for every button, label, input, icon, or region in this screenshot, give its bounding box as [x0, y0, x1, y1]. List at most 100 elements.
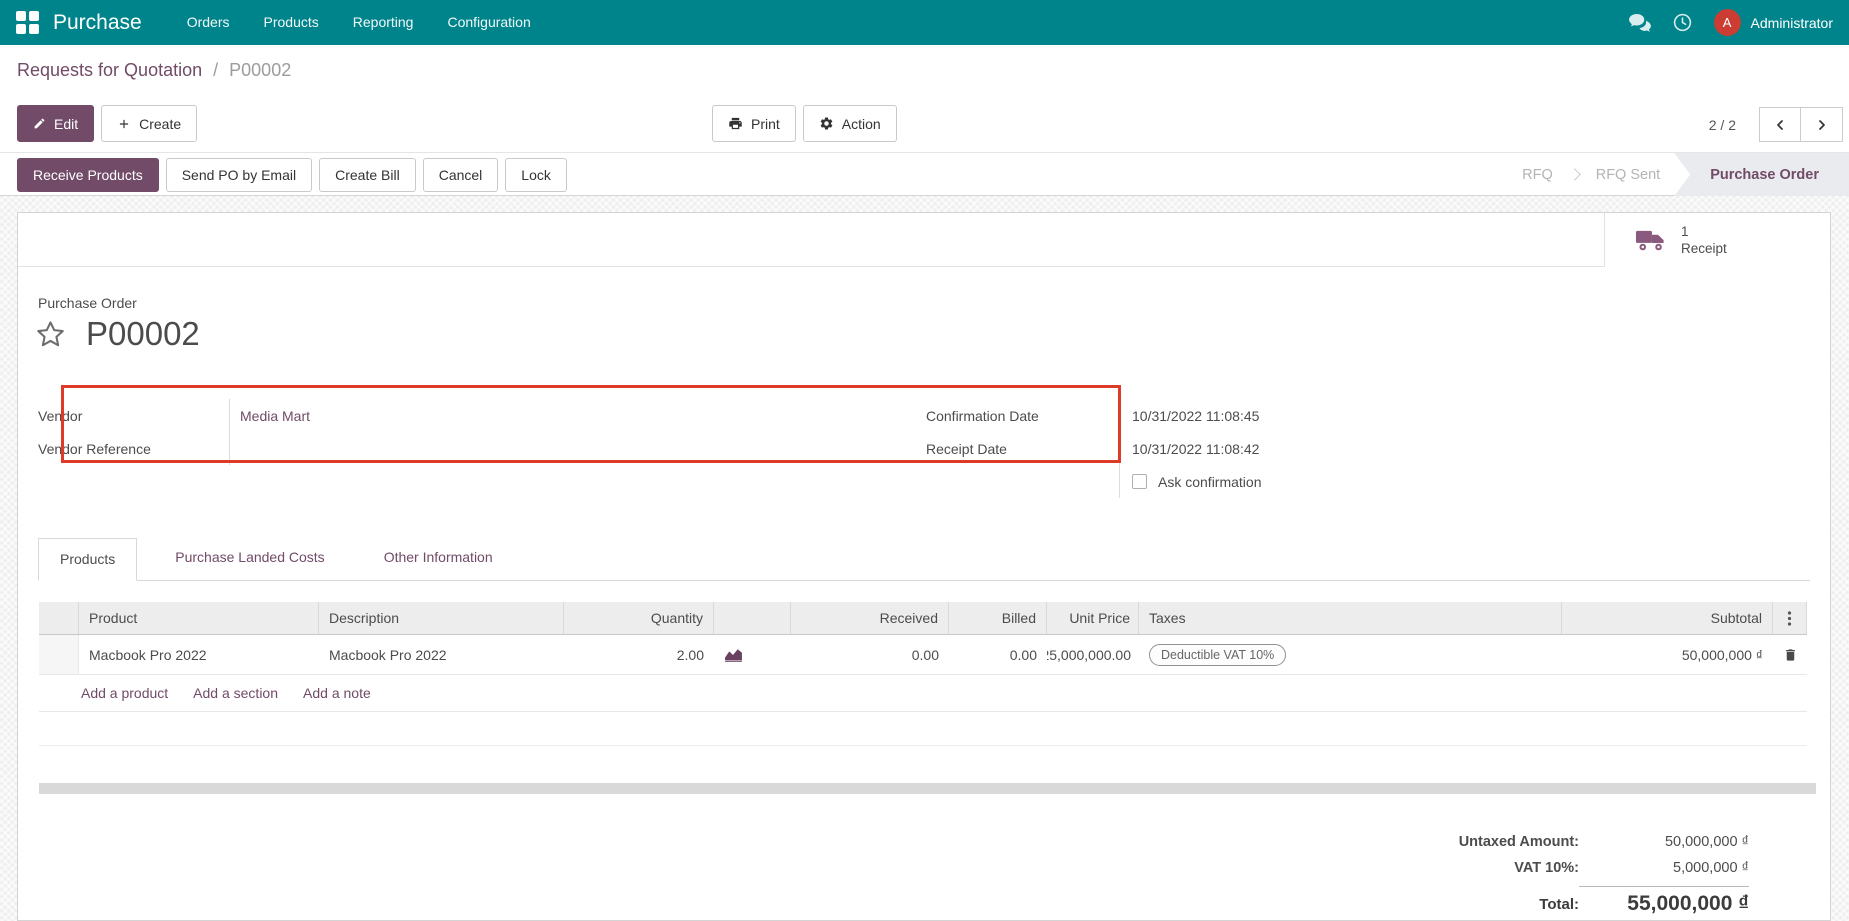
- empty-list-row: [39, 712, 1807, 746]
- confirmation-date-value: 10/31/2022 11:08:45: [1119, 399, 1529, 432]
- step-separator-icon: [1567, 168, 1581, 181]
- edit-button-label: Edit: [54, 115, 79, 132]
- pager-next-button[interactable]: [1801, 107, 1843, 142]
- row-quantity[interactable]: 2.00: [564, 635, 714, 674]
- step-purchase-order[interactable]: Purchase Order: [1674, 153, 1849, 196]
- create-button-label: Create: [139, 115, 182, 132]
- receive-products-button[interactable]: Receive Products: [17, 157, 159, 192]
- unit-price-column-header[interactable]: Unit Price: [1047, 602, 1139, 634]
- activities-clock-icon[interactable]: [1672, 12, 1693, 33]
- print-button[interactable]: Print: [712, 105, 796, 142]
- untaxed-amount-label: Untaxed Amount:: [1458, 834, 1579, 850]
- add-a-note-link[interactable]: Add a note: [303, 685, 371, 701]
- totals-block: Untaxed Amount: 50,000,000 ₫ VAT 10%: 5,…: [1229, 829, 1749, 921]
- vendor-label: Vendor: [38, 407, 83, 424]
- statusbar: Receive Products Send PO by Email Create…: [0, 152, 1849, 196]
- document-name: P00002: [86, 315, 200, 352]
- tab-other-information[interactable]: Other Information: [363, 537, 514, 580]
- status-steps: RFQ RFQ Sent Purchase Order: [1522, 153, 1849, 196]
- chevron-right-icon: [1814, 117, 1830, 133]
- area-chart-icon: [724, 647, 743, 662]
- menu-products[interactable]: Products: [247, 0, 336, 45]
- table-header-row: Product Description Quantity Received Bi…: [39, 602, 1807, 635]
- confirmation-date-label: Confirmation Date: [926, 407, 1039, 424]
- pager-count: 2 / 2: [1708, 116, 1736, 133]
- row-product[interactable]: Macbook Pro 2022: [79, 635, 319, 674]
- notebook-tabs: Products Purchase Landed Costs Other Inf…: [38, 538, 1810, 581]
- row-received[interactable]: 0.00: [791, 635, 949, 674]
- breadcrumb-current: P00002: [229, 60, 292, 80]
- pencil-icon: [33, 117, 46, 130]
- taxes-column-header[interactable]: Taxes: [1139, 602, 1562, 634]
- vendor-reference-value: [229, 432, 898, 465]
- step-rfq-sent[interactable]: RFQ Sent: [1596, 153, 1660, 196]
- receipt-count: 1: [1681, 224, 1689, 239]
- trash-icon: [1783, 647, 1798, 663]
- cancel-button[interactable]: Cancel: [422, 157, 499, 192]
- optional-columns-button[interactable]: [1773, 602, 1807, 634]
- receipt-stat-button[interactable]: 1 Receipt: [1604, 213, 1830, 267]
- menu-reporting[interactable]: Reporting: [336, 0, 431, 45]
- order-line-row[interactable]: Macbook Pro 2022 Macbook Pro 2022 2.00 0…: [39, 635, 1807, 675]
- app-name[interactable]: Purchase: [53, 11, 142, 35]
- row-unit-price[interactable]: 25,000,000.00: [1047, 635, 1139, 674]
- action-button[interactable]: Action: [802, 105, 897, 142]
- edit-button[interactable]: Edit: [17, 105, 95, 142]
- favorite-star-icon[interactable]: [34, 318, 67, 351]
- lock-button[interactable]: Lock: [505, 157, 567, 192]
- ask-confirmation-label: Ask confirmation: [1158, 473, 1262, 490]
- received-column-header[interactable]: Received: [791, 602, 949, 634]
- horizontal-scrollbar[interactable]: [39, 783, 1816, 794]
- forecast-report-button[interactable]: [714, 635, 791, 674]
- receipt-date-value: 10/31/2022 11:08:42: [1119, 432, 1529, 465]
- row-description[interactable]: Macbook Pro 2022: [319, 635, 564, 674]
- chevron-left-icon: [1772, 117, 1788, 133]
- create-button[interactable]: Create: [101, 105, 198, 142]
- description-column-header[interactable]: Description: [319, 602, 564, 634]
- step-rfq[interactable]: RFQ: [1522, 153, 1553, 196]
- list-add-row: Add a product Add a section Add a note: [39, 675, 1807, 712]
- menu-configuration[interactable]: Configuration: [430, 0, 547, 45]
- control-panel: Requests for Quotation / P00002 Edit Cre…: [0, 45, 1849, 196]
- truck-icon: [1635, 229, 1666, 252]
- messages-icon[interactable]: [1628, 13, 1651, 32]
- tab-purchase-landed-costs[interactable]: Purchase Landed Costs: [154, 537, 345, 580]
- row-subtotal[interactable]: 50,000,000 ₫: [1562, 635, 1773, 674]
- menu-orders[interactable]: Orders: [170, 0, 247, 45]
- apps-grid-icon[interactable]: [16, 11, 39, 34]
- row-handle[interactable]: [39, 635, 79, 674]
- product-column-header[interactable]: Product: [79, 602, 319, 634]
- pager: 2 / 2: [1709, 107, 1843, 142]
- row-billed[interactable]: 0.00: [949, 635, 1047, 674]
- vendor-link[interactable]: Media Mart: [240, 408, 310, 424]
- total-value: 55,000,000 ₫: [1627, 892, 1749, 915]
- receipt-label: Receipt: [1681, 241, 1727, 256]
- left-field-group: Vendor Media Mart Vendor Reference: [38, 399, 898, 465]
- vat-label: VAT 10%:: [1514, 860, 1579, 876]
- order-lines-table: Product Description Quantity Received Bi…: [39, 602, 1807, 746]
- pager-previous-button[interactable]: [1759, 107, 1801, 142]
- send-po-by-email-button[interactable]: Send PO by Email: [165, 157, 313, 192]
- billed-column-header[interactable]: Billed: [949, 602, 1047, 634]
- user-menu[interactable]: Administrator: [1751, 15, 1833, 31]
- total-label: Total:: [1539, 895, 1579, 913]
- gear-icon: [819, 116, 834, 131]
- user-avatar[interactable]: A: [1713, 9, 1741, 36]
- kebab-dots-icon: [1787, 610, 1792, 627]
- delete-line-button[interactable]: [1773, 635, 1807, 674]
- add-a-product-link[interactable]: Add a product: [81, 685, 168, 701]
- action-button-label: Action: [841, 115, 881, 132]
- create-bill-button[interactable]: Create Bill: [319, 157, 416, 192]
- tab-products[interactable]: Products: [38, 538, 138, 581]
- document-type-label: Purchase Order: [38, 295, 137, 311]
- breadcrumb: Requests for Quotation / P00002: [17, 60, 291, 81]
- tax-badge[interactable]: Deductible VAT 10%: [1149, 643, 1287, 666]
- breadcrumb-separator: /: [213, 60, 219, 80]
- right-field-group: Confirmation Date 10/31/2022 11:08:45 Re…: [909, 399, 1529, 498]
- add-a-section-link[interactable]: Add a section: [193, 685, 278, 701]
- breadcrumb-requests-for-quotation[interactable]: Requests for Quotation: [17, 60, 202, 80]
- printer-icon: [728, 116, 743, 131]
- subtotal-column-header[interactable]: Subtotal: [1562, 602, 1773, 634]
- untaxed-amount-value: 50,000,000 ₫: [1664, 834, 1749, 850]
- quantity-column-header[interactable]: Quantity: [564, 602, 714, 634]
